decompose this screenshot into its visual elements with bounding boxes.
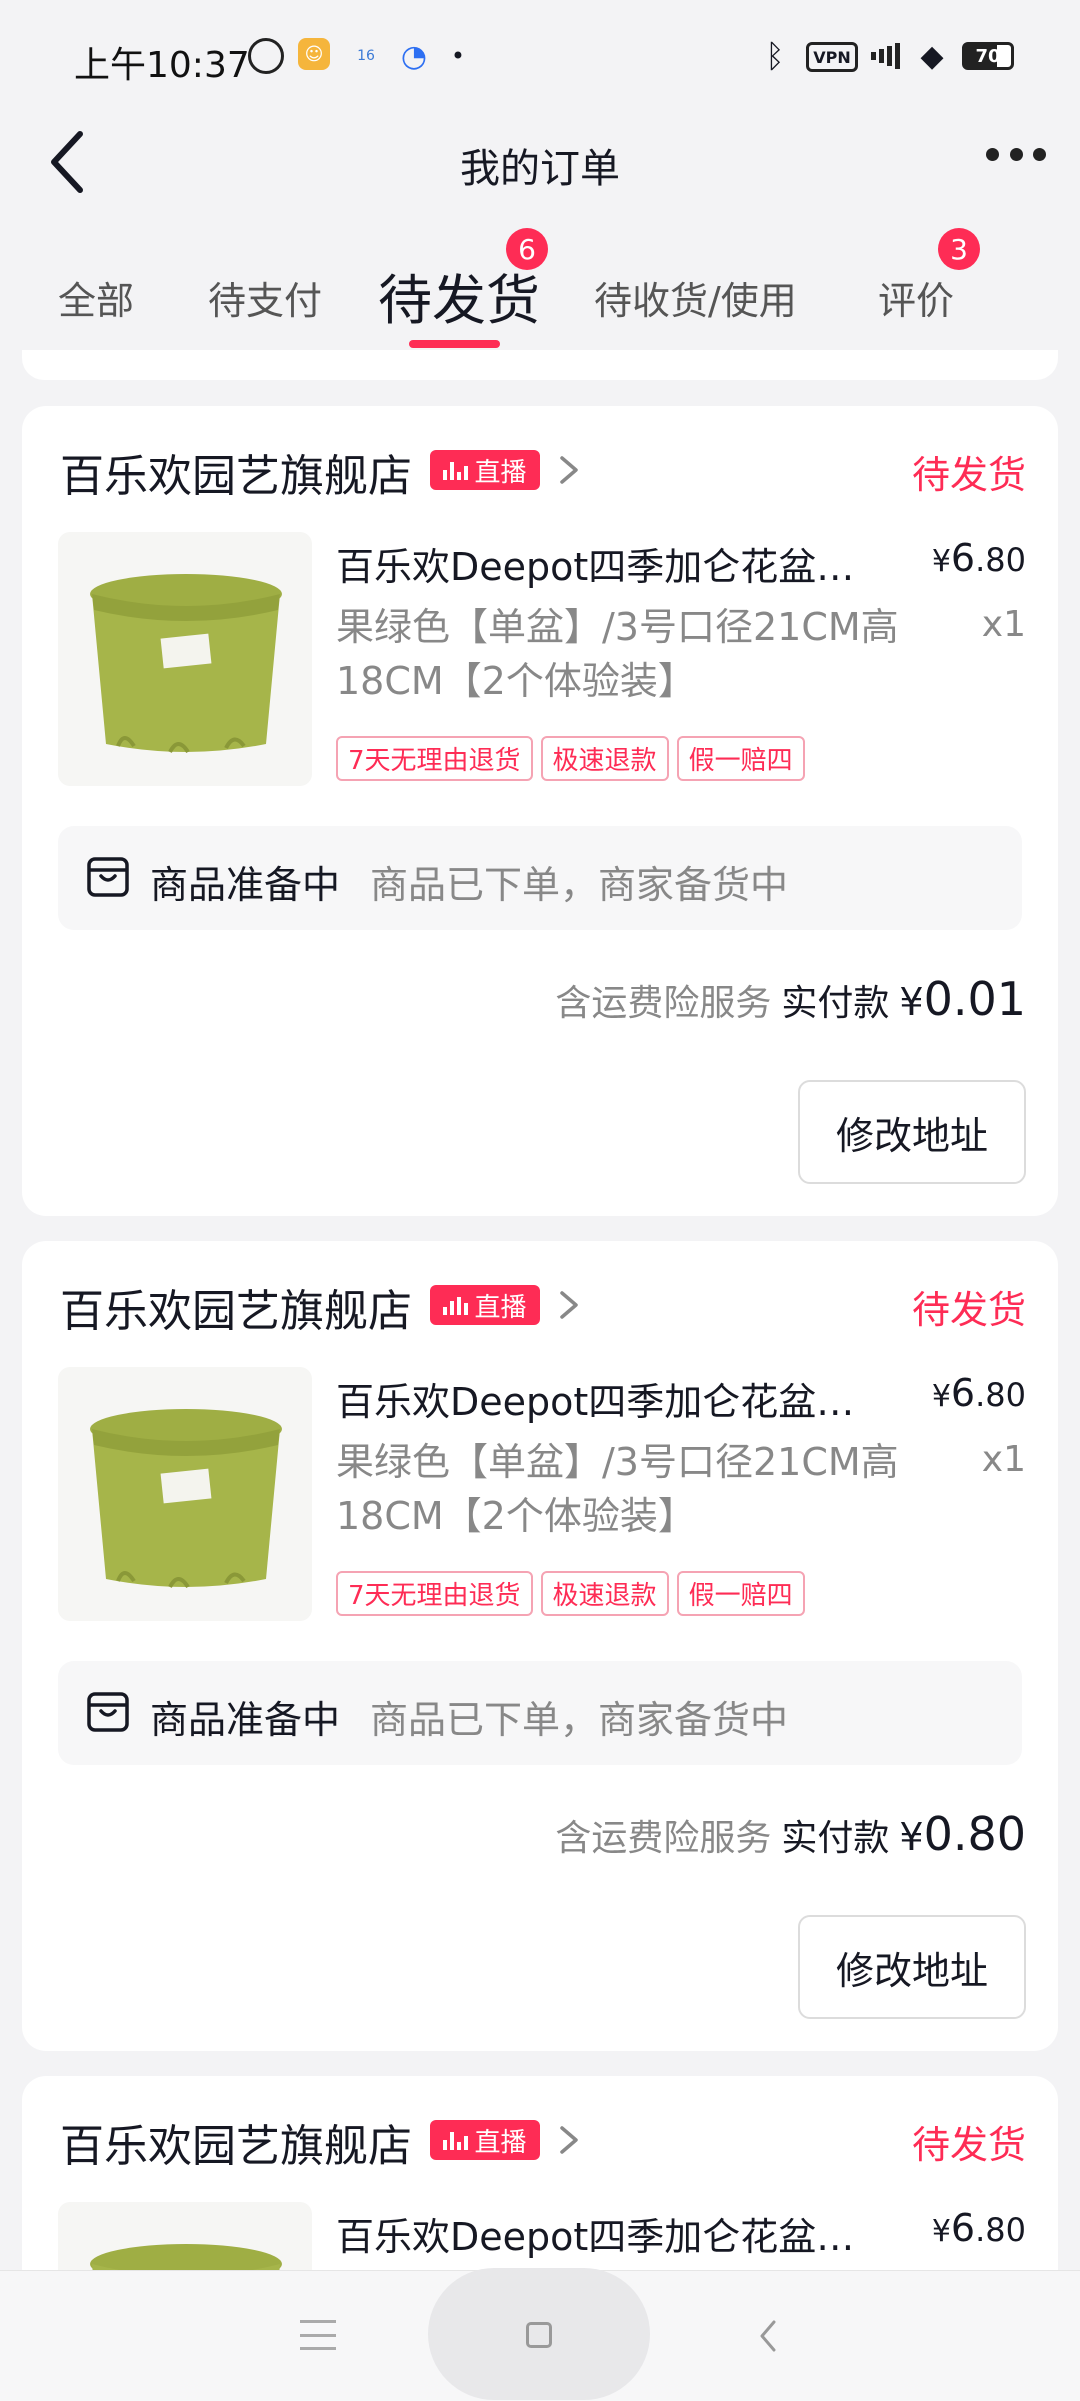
service-tag: 假一赔四 (676, 736, 805, 781)
tab-review[interactable]: 评价 (878, 270, 954, 325)
product-price: ¥6.80 (932, 2206, 1026, 2250)
payment-row: 含运费险服务 实付款 ¥0.01 (555, 972, 1026, 1026)
price-currency: ¥ (931, 544, 951, 579)
product-image[interactable] (58, 1367, 312, 1621)
product-quantity: x1 (981, 604, 1026, 645)
notification-dot-icon: • (450, 42, 466, 70)
price-integer: 6 (950, 2206, 976, 2250)
active-tab-indicator (409, 340, 500, 348)
chevron-right-icon[interactable] (554, 1287, 584, 1323)
product-spec: 果绿色【单盆】/3号口径21CM高18CM【2个体验装】 (336, 605, 899, 703)
service-tag: 极速退款 (540, 736, 669, 781)
price-decimal: .80 (975, 2211, 1026, 2249)
vpn-icon: VPN (806, 42, 858, 72)
tab-pending-payment[interactable]: 待支付 (208, 270, 322, 325)
price-currency: ¥ (931, 2214, 951, 2249)
tab-count-badge: 6 (506, 228, 548, 270)
paid-amount: ¥0.01 (899, 972, 1026, 1026)
paid-amount: ¥0.80 (899, 1807, 1026, 1861)
service-tags: 7天无理由退货 极速退款 假一赔四 (336, 1571, 805, 1616)
prep-status-label: 商品准备中 (150, 863, 341, 907)
service-tag: 极速退款 (540, 1571, 669, 1616)
modify-address-button[interactable]: 修改地址 (798, 1080, 1026, 1184)
modify-address-button[interactable]: 修改地址 (798, 1915, 1026, 2019)
paid-currency: ¥ (899, 1815, 924, 1859)
shipment-status-box[interactable]: 商品准备中 商品已下单，商家备货中 (58, 826, 1022, 930)
system-back-icon[interactable] (756, 2318, 780, 2354)
price-currency: ¥ (931, 1379, 951, 1414)
service-tag: 假一赔四 (676, 1571, 805, 1616)
product-spec: 果绿色【单盆】/3号口径21CM高18CM【2个体验装】 (336, 1440, 899, 1538)
tab-pending-receipt[interactable]: 待收货/使用 (594, 270, 797, 325)
live-bars-icon (443, 460, 469, 480)
signal-icon (864, 38, 904, 74)
tab-pending-shipment[interactable]: 待发货 (378, 256, 540, 335)
wifi-icon: ◆ (920, 38, 944, 74)
status-time: 上午10:37 (74, 45, 250, 86)
order-card[interactable]: 百乐欢园艺旗舰店 直播 待发货 百乐欢Deepot四季加仑花盆… ¥6.80 果… (22, 406, 1058, 1216)
tab-all[interactable]: 全部 (58, 270, 134, 325)
home-square-icon (526, 2322, 552, 2348)
insurance-note: 含运费险服务 (555, 1818, 772, 1859)
product-price: ¥6.80 (932, 1371, 1026, 1415)
payment-row: 含运费险服务 实付款 ¥0.80 (555, 1807, 1026, 1861)
recent-apps-icon[interactable] (300, 2320, 336, 2350)
order-status: 待发货 (911, 2123, 1026, 2167)
product-image[interactable] (58, 2202, 312, 2270)
alarm-icon (248, 38, 284, 74)
paid-label: 实付款 (781, 983, 890, 1024)
order-card[interactable]: 百乐欢园艺旗舰店 直播 待发货 百乐欢Deepot四季加仑花盆… ¥6.80 (22, 2076, 1058, 2270)
status-bar: 上午10:37 ☺ 16 ◔ • ᛒ VPN ◆ 70 (0, 0, 1080, 120)
service-tag: 7天无理由退货 (336, 1571, 533, 1616)
live-bars-icon (443, 2130, 469, 2150)
product-title[interactable]: 百乐欢Deepot四季加仑花盆… (336, 536, 896, 591)
price-decimal: .80 (975, 541, 1026, 579)
battery-icon: 70 (962, 42, 1014, 70)
live-badge-label: 直播 (474, 1292, 527, 1323)
paid-currency: ¥ (899, 980, 924, 1024)
package-box-icon (87, 1692, 129, 1732)
service-tag: 7天无理由退货 (336, 736, 533, 781)
chat-app-icon: ☺ (298, 38, 330, 70)
shop-name[interactable]: 百乐欢园艺旗舰店 (60, 440, 412, 504)
insurance-note: 含运费险服务 (555, 983, 772, 1024)
shipment-status-box[interactable]: 商品准备中 商品已下单，商家备货中 (58, 1661, 1022, 1765)
calendar-app-icon: 16 (357, 48, 375, 64)
order-card[interactable]: 百乐欢园艺旗舰店 直播 待发货 百乐欢Deepot四季加仑花盆… ¥6.80 果… (22, 1241, 1058, 2051)
price-integer: 6 (950, 536, 976, 580)
prep-status-label: 商品准备中 (150, 1698, 341, 1742)
product-title[interactable]: 百乐欢Deepot四季加仑花盆… (336, 2206, 896, 2261)
shop-name[interactable]: 百乐欢园艺旗舰店 (60, 1275, 412, 1339)
live-badge[interactable]: 直播 (430, 2120, 540, 2160)
price-integer: 6 (950, 1371, 976, 1415)
price-decimal: .80 (975, 1376, 1026, 1414)
live-badge[interactable]: 直播 (430, 450, 540, 490)
package-box-icon (87, 857, 129, 897)
prep-status-desc: 商品已下单，商家备货中 (370, 863, 789, 907)
prep-status-desc: 商品已下单，商家备货中 (370, 1698, 789, 1742)
product-image[interactable] (58, 532, 312, 786)
live-badge-label: 直播 (474, 457, 527, 488)
order-status: 待发货 (911, 453, 1026, 497)
live-badge[interactable]: 直播 (430, 1285, 540, 1325)
previous-order-card (22, 350, 1058, 380)
page-title: 我的订单 (460, 146, 620, 192)
service-tags: 7天无理由退货 极速退款 假一赔四 (336, 736, 805, 781)
order-status: 待发货 (911, 1288, 1026, 1332)
more-options-icon[interactable] (986, 148, 1046, 162)
tab-count-badge: 3 (938, 228, 980, 270)
chevron-right-icon[interactable] (554, 2122, 584, 2158)
live-bars-icon (443, 1295, 469, 1315)
paid-label: 实付款 (781, 1818, 890, 1859)
paid-value: 0.80 (923, 1807, 1026, 1861)
product-title[interactable]: 百乐欢Deepot四季加仑花盆… (336, 1371, 896, 1426)
bluetooth-icon: ᛒ (765, 37, 785, 75)
paid-value: 0.01 (923, 972, 1026, 1026)
live-badge-label: 直播 (474, 2127, 527, 2158)
chevron-right-icon[interactable] (554, 452, 584, 488)
product-quantity: x1 (981, 1439, 1026, 1480)
product-price: ¥6.80 (932, 536, 1026, 580)
shop-name[interactable]: 百乐欢园艺旗舰店 (60, 2110, 412, 2174)
browser-app-icon: ◔ (400, 38, 428, 74)
